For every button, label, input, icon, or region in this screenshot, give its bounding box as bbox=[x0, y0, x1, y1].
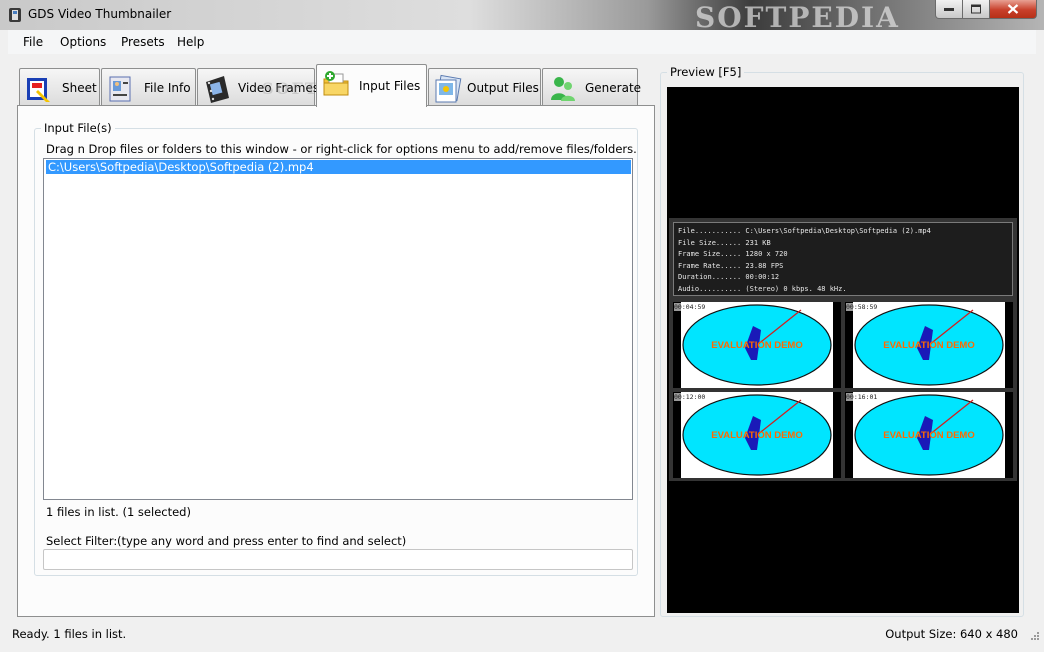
menu-help[interactable]: Help bbox=[177, 35, 204, 49]
app-icon bbox=[9, 8, 21, 22]
menu-options[interactable]: Options bbox=[60, 35, 106, 49]
filter-hint: (type any word and press enter to find a… bbox=[117, 534, 407, 548]
filter-input[interactable] bbox=[43, 549, 633, 570]
filter-label: Select Filter: bbox=[46, 534, 118, 548]
maximize-button[interactable] bbox=[963, 0, 990, 19]
file-info-block: File........... C:\Users\Softpedia\Deskt… bbox=[673, 222, 1013, 296]
thumbnail-demo-text: EVALUATION DEMO bbox=[711, 430, 803, 441]
menu-presets[interactable]: Presets bbox=[121, 35, 165, 49]
tab-sheet[interactable]: Sheet bbox=[19, 68, 100, 106]
video-thumbnail: 00:04:59 EVALUATION DEMO bbox=[673, 302, 841, 388]
file-info-icon bbox=[109, 76, 131, 102]
tab-input-files[interactable]: Input Files bbox=[316, 64, 427, 107]
input-files-panel: Input File(s) Drag n Drop files or folde… bbox=[17, 105, 655, 617]
video-thumbnail: 00:12:00 EVALUATION DEMO bbox=[673, 392, 841, 478]
tab-label: Generate bbox=[585, 81, 642, 95]
video-thumbnail: 00:16:01 EVALUATION DEMO bbox=[845, 392, 1013, 478]
preview-group: Preview [F5] File........... C:\Users\So… bbox=[660, 65, 1024, 617]
preview-legend: Preview [F5] bbox=[667, 65, 745, 79]
output-size-text: Output Size: 640 x 480 bbox=[885, 627, 1018, 641]
thumbnail-timestamp: 00:16:01 bbox=[846, 393, 878, 401]
thumbnail-timestamp: 00:58:59 bbox=[846, 303, 878, 311]
info-line: File Size...... 231 KB bbox=[678, 238, 771, 247]
thumbnail-demo-text: EVALUATION DEMO bbox=[883, 340, 975, 351]
info-line: File........... C:\Users\Softpedia\Deskt… bbox=[678, 227, 931, 235]
file-count-text: 1 files in list. (1 selected) bbox=[46, 505, 191, 519]
tab-strip: Sheet File Info Video Frames Input Files… bbox=[17, 62, 657, 107]
file-list[interactable]: C:\Users\Softpedia\Desktop\Softpedia (2)… bbox=[43, 158, 633, 500]
thumbnail-demo-text: EVALUATION DEMO bbox=[883, 430, 975, 441]
status-text: Ready. 1 files in list. bbox=[12, 627, 127, 641]
thumbnail-demo-text: EVALUATION DEMO bbox=[711, 340, 803, 351]
thumbnail-timestamp: 00:04:59 bbox=[674, 303, 706, 311]
resize-grip-icon[interactable] bbox=[1028, 629, 1040, 641]
instructions-text: Drag n Drop files or folders to this win… bbox=[46, 142, 637, 156]
menu-file[interactable]: File bbox=[23, 35, 43, 49]
info-line: Frame Size..... 1280 x 720 bbox=[678, 250, 788, 258]
app-window: GDS Video Thumbnailer SOFTPEDIA File Opt… bbox=[0, 0, 1044, 652]
thumbnail-sheet: File........... C:\Users\Softpedia\Deskt… bbox=[669, 218, 1017, 481]
minimize-icon bbox=[944, 8, 954, 11]
thumbnail-timestamp: 00:12:00 bbox=[674, 393, 706, 401]
video-thumbnail: 00:58:59 EVALUATION DEMO bbox=[845, 302, 1013, 388]
generate-icon bbox=[551, 77, 575, 101]
menu-bar: File Options Presets Help bbox=[8, 30, 1036, 54]
title-bar[interactable]: GDS Video Thumbnailer SOFTPEDIA bbox=[0, 0, 1044, 34]
tab-label: Output Files bbox=[467, 81, 539, 95]
info-line: Duration....... 00:00:12 bbox=[678, 273, 780, 281]
window-title: GDS Video Thumbnailer bbox=[28, 7, 172, 21]
preview-area[interactable]: File........... C:\Users\Softpedia\Deskt… bbox=[667, 87, 1019, 613]
maximize-icon bbox=[971, 4, 981, 14]
sheet-icon bbox=[27, 78, 50, 102]
tab-file-info[interactable]: File Info bbox=[101, 68, 196, 106]
close-icon bbox=[1007, 4, 1019, 14]
list-item[interactable]: C:\Users\Softpedia\Desktop\Softpedia (2)… bbox=[46, 160, 631, 174]
tab-label: Sheet bbox=[62, 81, 97, 95]
info-line: Audio.......... (Stereo) 0 kbps. 48 kHz. bbox=[678, 284, 847, 293]
picture-icon bbox=[435, 74, 462, 103]
tab-output-files[interactable]: Output Files bbox=[428, 68, 541, 106]
input-files-group: Input File(s) Drag n Drop files or folde… bbox=[34, 121, 638, 576]
close-button[interactable] bbox=[990, 0, 1037, 19]
tab-label: File Info bbox=[144, 81, 191, 95]
tab-label: Input Files bbox=[359, 79, 421, 93]
film-icon bbox=[206, 76, 229, 103]
tab-generate[interactable]: Generate bbox=[542, 68, 642, 106]
minimize-button[interactable] bbox=[935, 0, 963, 19]
info-line: Frame Rate..... 23.88 FPS bbox=[678, 261, 784, 270]
folder-add-icon bbox=[323, 71, 349, 96]
group-legend: Input File(s) bbox=[41, 121, 115, 135]
status-bar: Ready. 1 files in list. Output Size: 640… bbox=[0, 622, 1044, 644]
